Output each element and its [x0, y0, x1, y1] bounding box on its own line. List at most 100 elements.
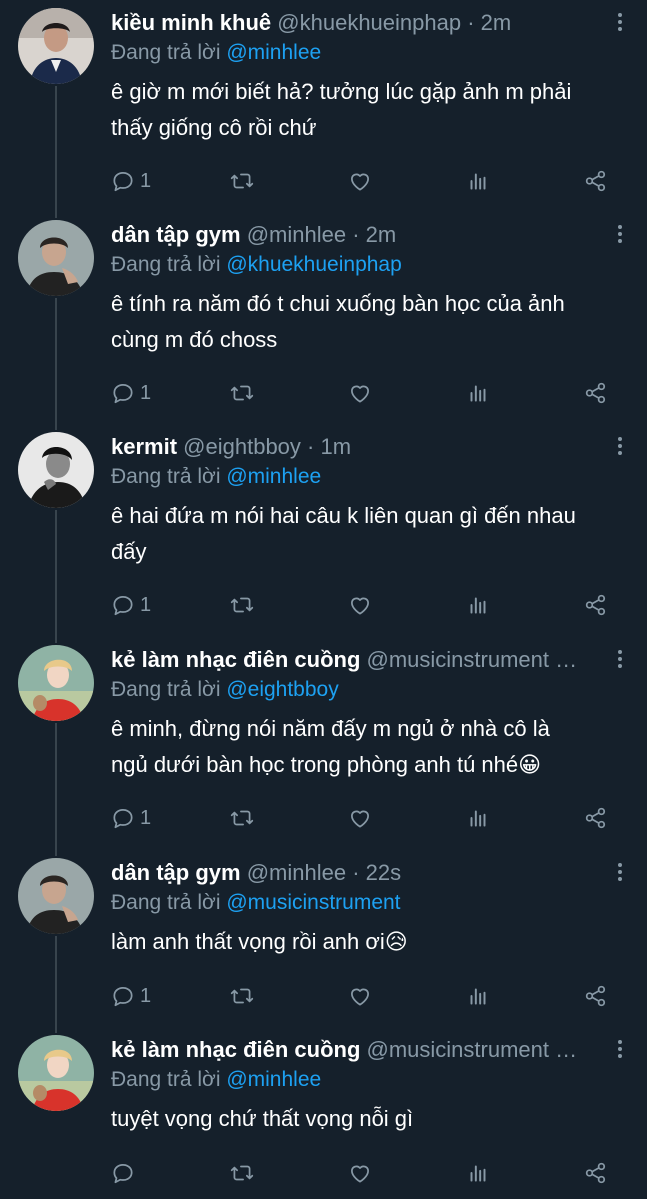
user-handle[interactable]: @khuekhueinphap — [277, 10, 461, 35]
user-handle[interactable]: @eightbboy — [183, 434, 301, 459]
tweet[interactable]: dân tập gym @minhlee · 22s Đang trả lời … — [0, 858, 647, 1013]
separator: · — [352, 222, 360, 247]
retweet-button[interactable] — [229, 166, 255, 196]
timestamp[interactable]: 1m — [321, 434, 352, 459]
replying-to: Đang trả lời @minhlee — [111, 1066, 321, 1094]
like-button[interactable] — [347, 378, 373, 408]
stats-icon — [465, 380, 491, 406]
retweet-button[interactable] — [229, 590, 255, 620]
tweet-text-line: đấy — [111, 539, 147, 564]
share-button[interactable] — [583, 981, 609, 1011]
tweet-text: ê tính ra năm đó t chui xuống bàn học củ… — [111, 286, 623, 358]
timestamp[interactable]: 22s — [366, 860, 401, 885]
analytics-button[interactable] — [465, 1158, 491, 1188]
avatar[interactable] — [18, 858, 94, 934]
comment-icon — [110, 380, 136, 406]
more-options-icon[interactable] — [615, 1037, 625, 1063]
share-icon — [583, 983, 609, 1009]
stats-icon — [465, 592, 491, 618]
display-name[interactable]: kẻ làm nhạc điên cuồng — [111, 1037, 360, 1062]
retweet-button[interactable] — [229, 803, 255, 833]
tweet-text-line: ê tính ra năm đó t chui xuống bàn học củ… — [111, 291, 565, 316]
user-handle[interactable]: @minhlee — [247, 860, 346, 885]
replying-to: Đang trả lời @eightbboy — [111, 676, 339, 704]
display-name[interactable]: dân tập gym — [111, 860, 241, 885]
tweet-actions: 1 — [0, 981, 647, 1011]
reply-button[interactable] — [110, 1158, 140, 1188]
like-button[interactable] — [347, 590, 373, 620]
like-icon — [347, 592, 373, 618]
reply-count: 1 — [140, 593, 152, 616]
share-button[interactable] — [583, 803, 609, 833]
reply-mention-link[interactable]: @minhlee — [226, 1068, 321, 1091]
tweet-header: dân tập gym @minhlee · 2m — [111, 220, 601, 250]
user-handle[interactable]: @minhlee — [247, 222, 346, 247]
like-button[interactable] — [347, 981, 373, 1011]
user-handle[interactable]: @musicinstrument … — [367, 647, 578, 672]
timestamp[interactable]: 2m — [366, 222, 397, 247]
share-button[interactable] — [583, 378, 609, 408]
like-button[interactable] — [347, 1158, 373, 1188]
reply-button[interactable]: 1 — [110, 803, 151, 833]
tweet-text-line: thấy giống cô rồi chứ — [111, 115, 317, 140]
more-options-icon[interactable] — [615, 647, 625, 673]
replying-to-label: Đang trả lời — [111, 253, 221, 276]
like-button[interactable] — [347, 803, 373, 833]
display-name[interactable]: kiều minh khuê — [111, 10, 271, 35]
user-handle[interactable]: @musicinstrument … — [367, 1037, 578, 1062]
tweet-header: dân tập gym @minhlee · 22s — [111, 858, 601, 888]
replying-to: Đang trả lời @khuekhueinphap — [111, 251, 402, 279]
analytics-button[interactable] — [465, 981, 491, 1011]
avatar[interactable] — [18, 1035, 94, 1111]
share-button[interactable] — [583, 1158, 609, 1188]
more-options-icon[interactable] — [615, 860, 625, 886]
tweet[interactable]: kẻ làm nhạc điên cuồng @musicinstrument … — [0, 1035, 647, 1190]
tweet[interactable]: dân tập gym @minhlee · 2m Đang trả lời @… — [0, 220, 647, 410]
display-name[interactable]: kermit — [111, 434, 177, 459]
reply-mention-link[interactable]: @minhlee — [226, 41, 321, 64]
share-button[interactable] — [583, 590, 609, 620]
comment-icon — [110, 805, 136, 831]
display-name[interactable]: kẻ làm nhạc điên cuồng — [111, 647, 360, 672]
tweet-text-line: ngủ dưới bàn học trong phòng anh tú nhé😀 — [111, 752, 542, 777]
share-button[interactable] — [583, 166, 609, 196]
replying-to-label: Đang trả lời — [111, 678, 221, 701]
share-icon — [583, 380, 609, 406]
analytics-button[interactable] — [465, 803, 491, 833]
avatar[interactable] — [18, 8, 94, 84]
like-button[interactable] — [347, 166, 373, 196]
avatar[interactable] — [18, 645, 94, 721]
reply-button[interactable]: 1 — [110, 378, 151, 408]
retweet-button[interactable] — [229, 1158, 255, 1188]
tweet-text: ê hai đứa m nói hai câu k liên quan gì đ… — [111, 498, 623, 570]
retweet-button[interactable] — [229, 981, 255, 1011]
reply-count: 1 — [140, 806, 152, 829]
comment-icon — [110, 1160, 136, 1186]
reply-button[interactable]: 1 — [110, 166, 151, 196]
analytics-button[interactable] — [465, 378, 491, 408]
analytics-button[interactable] — [465, 166, 491, 196]
tweet-actions: 1 — [0, 803, 647, 833]
more-options-icon[interactable] — [615, 434, 625, 460]
reply-mention-link[interactable]: @khuekhueinphap — [226, 253, 401, 276]
timestamp[interactable]: 2m — [481, 10, 512, 35]
reply-mention-link[interactable]: @minhlee — [226, 465, 321, 488]
retweet-button[interactable] — [229, 378, 255, 408]
more-options-icon[interactable] — [615, 222, 625, 248]
reply-mention-link[interactable]: @musicinstrument — [226, 891, 400, 914]
tweet[interactable]: kẻ làm nhạc điên cuồng @musicinstrument … — [0, 645, 647, 835]
replying-to: Đang trả lời @minhlee — [111, 463, 321, 491]
reply-mention-link[interactable]: @eightbboy — [226, 678, 338, 701]
tweet-text: ê giờ m mới biết hả? tưởng lúc gặp ảnh m… — [111, 74, 623, 146]
reply-button[interactable]: 1 — [110, 590, 151, 620]
display-name[interactable]: dân tập gym — [111, 222, 241, 247]
tweet-text-line: làm anh thất vọng rồi anh ơi😥 — [111, 929, 408, 954]
avatar[interactable] — [18, 220, 94, 296]
more-options-icon[interactable] — [615, 10, 625, 36]
retweet-icon — [229, 1160, 255, 1186]
analytics-button[interactable] — [465, 590, 491, 620]
tweet[interactable]: kiều minh khuê @khuekhueinphap · 2m Đang… — [0, 8, 647, 198]
reply-button[interactable]: 1 — [110, 981, 151, 1011]
tweet[interactable]: kermit @eightbboy · 1m Đang trả lời @min… — [0, 432, 647, 622]
avatar[interactable] — [18, 432, 94, 508]
